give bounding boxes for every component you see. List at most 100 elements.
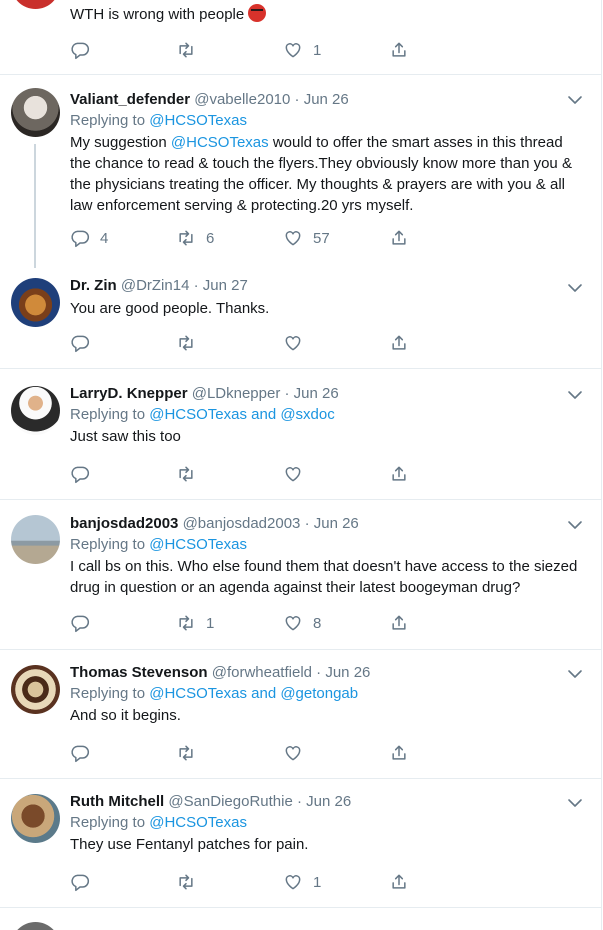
like-button[interactable] [283, 464, 313, 484]
mention-link[interactable]: @HCSOTexas [149, 112, 247, 129]
handle[interactable]: @vabelle2010 [194, 91, 290, 108]
tweet-header: Ruth Mitchell @SanDiegoRuthie · Jun 26 [70, 793, 352, 810]
mention-link[interactable]: @HCSOTexas and @sxdoc [149, 406, 335, 423]
mention-link[interactable]: @HCSOTexas and @getongab [149, 685, 358, 702]
handle[interactable]: @LDknepper [192, 385, 281, 402]
tweet-text: WTH is wrong with people [70, 4, 587, 25]
retweet-icon [176, 872, 196, 892]
mention-link[interactable]: @HCSOTexas [149, 536, 247, 553]
retweet-button[interactable] [176, 743, 206, 763]
reply-count: 4 [100, 229, 109, 247]
heart-icon [283, 872, 303, 892]
tweet-header: Valiant_defender @vabelle2010 · Jun 26 [70, 91, 349, 108]
avatar[interactable] [11, 665, 60, 714]
like-button[interactable]: 1 [283, 872, 321, 892]
share-icon [389, 40, 409, 60]
display-name[interactable]: Valiant_defender [70, 91, 190, 108]
share-button[interactable] [389, 464, 409, 484]
tweet-header: Dr. Zin @DrZin14 · Jun 27 [70, 277, 248, 294]
share-button[interactable] [389, 228, 409, 248]
reply-button[interactable] [70, 464, 100, 484]
share-icon [389, 464, 409, 484]
tweet-date[interactable]: Jun 27 [203, 277, 248, 294]
display-name[interactable]: banjosdad2003 [70, 515, 178, 532]
like-count: 1 [313, 873, 322, 891]
like-button[interactable]: 1 [283, 40, 321, 60]
tweet[interactable]: WTH is wrong with people 1 [0, 0, 601, 75]
retweet-button[interactable] [176, 872, 206, 892]
handle[interactable]: @DrZin14 [121, 277, 190, 294]
replying-to: Replying to @HCSOTexas [70, 112, 247, 129]
reply-icon [70, 228, 90, 248]
tweet[interactable]: banjosdad2003 @banjosdad2003 · Jun 26 Re… [0, 500, 601, 650]
tweet[interactable]: Dr. Zin @DrZin14 · Jun 27 You are good p… [0, 268, 601, 369]
handle[interactable]: @forwheatfield [212, 664, 312, 681]
reply-button[interactable] [70, 743, 100, 763]
share-button[interactable] [389, 333, 409, 353]
share-button[interactable] [389, 743, 409, 763]
handle[interactable]: @banjosdad2003 [183, 515, 301, 532]
tweet[interactable]: Valiant_defender @vabelle2010 · Jun 26 R… [0, 74, 601, 268]
like-button[interactable]: 57 [283, 228, 330, 248]
reply-icon [70, 333, 90, 353]
tweet-date[interactable]: Jun 26 [314, 515, 359, 532]
retweet-button[interactable] [176, 333, 206, 353]
tweet[interactable]: Thomas Stevenson @forwheatfield · Jun 26… [0, 650, 601, 779]
share-icon [389, 743, 409, 763]
retweet-button[interactable] [176, 464, 206, 484]
avatar[interactable] [11, 0, 60, 9]
share-button[interactable] [389, 40, 409, 60]
replying-to: Replying to @HCSOTexas and @sxdoc [70, 406, 335, 423]
display-name[interactable]: Thomas Stevenson [70, 664, 208, 681]
avatar[interactable] [11, 386, 60, 435]
reply-button[interactable] [70, 613, 100, 633]
tweet[interactable]: LarryD. Knepper @LDknepper · Jun 26 Repl… [0, 369, 601, 500]
retweet-icon [176, 333, 196, 353]
angry-face-icon [248, 4, 267, 22]
retweet-button[interactable] [176, 40, 206, 60]
reply-icon [70, 872, 90, 892]
retweet-button[interactable]: 6 [176, 228, 214, 248]
like-button[interactable] [283, 333, 313, 353]
reply-button[interactable]: 4 [70, 228, 108, 248]
reply-button[interactable] [70, 333, 100, 353]
share-button[interactable] [389, 613, 409, 633]
heart-icon [283, 228, 303, 248]
tweet-date[interactable]: Jun 26 [294, 385, 339, 402]
heart-icon [283, 464, 303, 484]
tweet-date[interactable]: Jun 26 [304, 91, 349, 108]
tweet[interactable]: Ruth Mitchell @SanDiegoRuthie · Jun 26 R… [0, 779, 601, 908]
display-name[interactable]: Ruth Mitchell [70, 793, 164, 810]
tweet-text: You are good people. Thanks. [70, 300, 270, 317]
heart-icon [283, 40, 303, 60]
retweet-icon [176, 613, 196, 633]
retweet-button[interactable]: 1 [176, 613, 214, 633]
avatar[interactable] [11, 515, 60, 564]
reply-icon [70, 40, 90, 60]
heart-icon [283, 613, 303, 633]
replying-to: Replying to @HCSOTexas and @getongab [70, 685, 359, 702]
display-name[interactable]: LarryD. Knepper [70, 385, 188, 402]
tweet-date[interactable]: Jun 26 [325, 664, 370, 681]
mention-link[interactable]: @HCSOTexas [171, 134, 269, 151]
reply-button[interactable] [70, 40, 100, 60]
tweet[interactable] [0, 908, 601, 930]
display-name[interactable]: Dr. Zin [70, 277, 117, 294]
avatar[interactable] [11, 922, 60, 930]
avatar[interactable] [11, 278, 60, 327]
tweet-header: LarryD. Knepper @LDknepper · Jun 26 [70, 385, 339, 402]
reply-button[interactable] [70, 872, 100, 892]
tweet-date[interactable]: Jun 26 [306, 793, 351, 810]
like-button[interactable]: 8 [283, 613, 321, 633]
mention-link[interactable]: @HCSOTexas [149, 814, 247, 831]
handle[interactable]: @SanDiegoRuthie [168, 793, 292, 810]
avatar[interactable] [11, 88, 60, 137]
retweet-count: 6 [206, 229, 215, 247]
share-icon [389, 228, 409, 248]
share-button[interactable] [389, 872, 409, 892]
retweet-icon [176, 40, 196, 60]
tweet-text: I call bs on this. Who else found them t… [70, 558, 578, 596]
like-button[interactable] [283, 743, 313, 763]
retweet-icon [176, 228, 196, 248]
avatar[interactable] [11, 794, 60, 843]
